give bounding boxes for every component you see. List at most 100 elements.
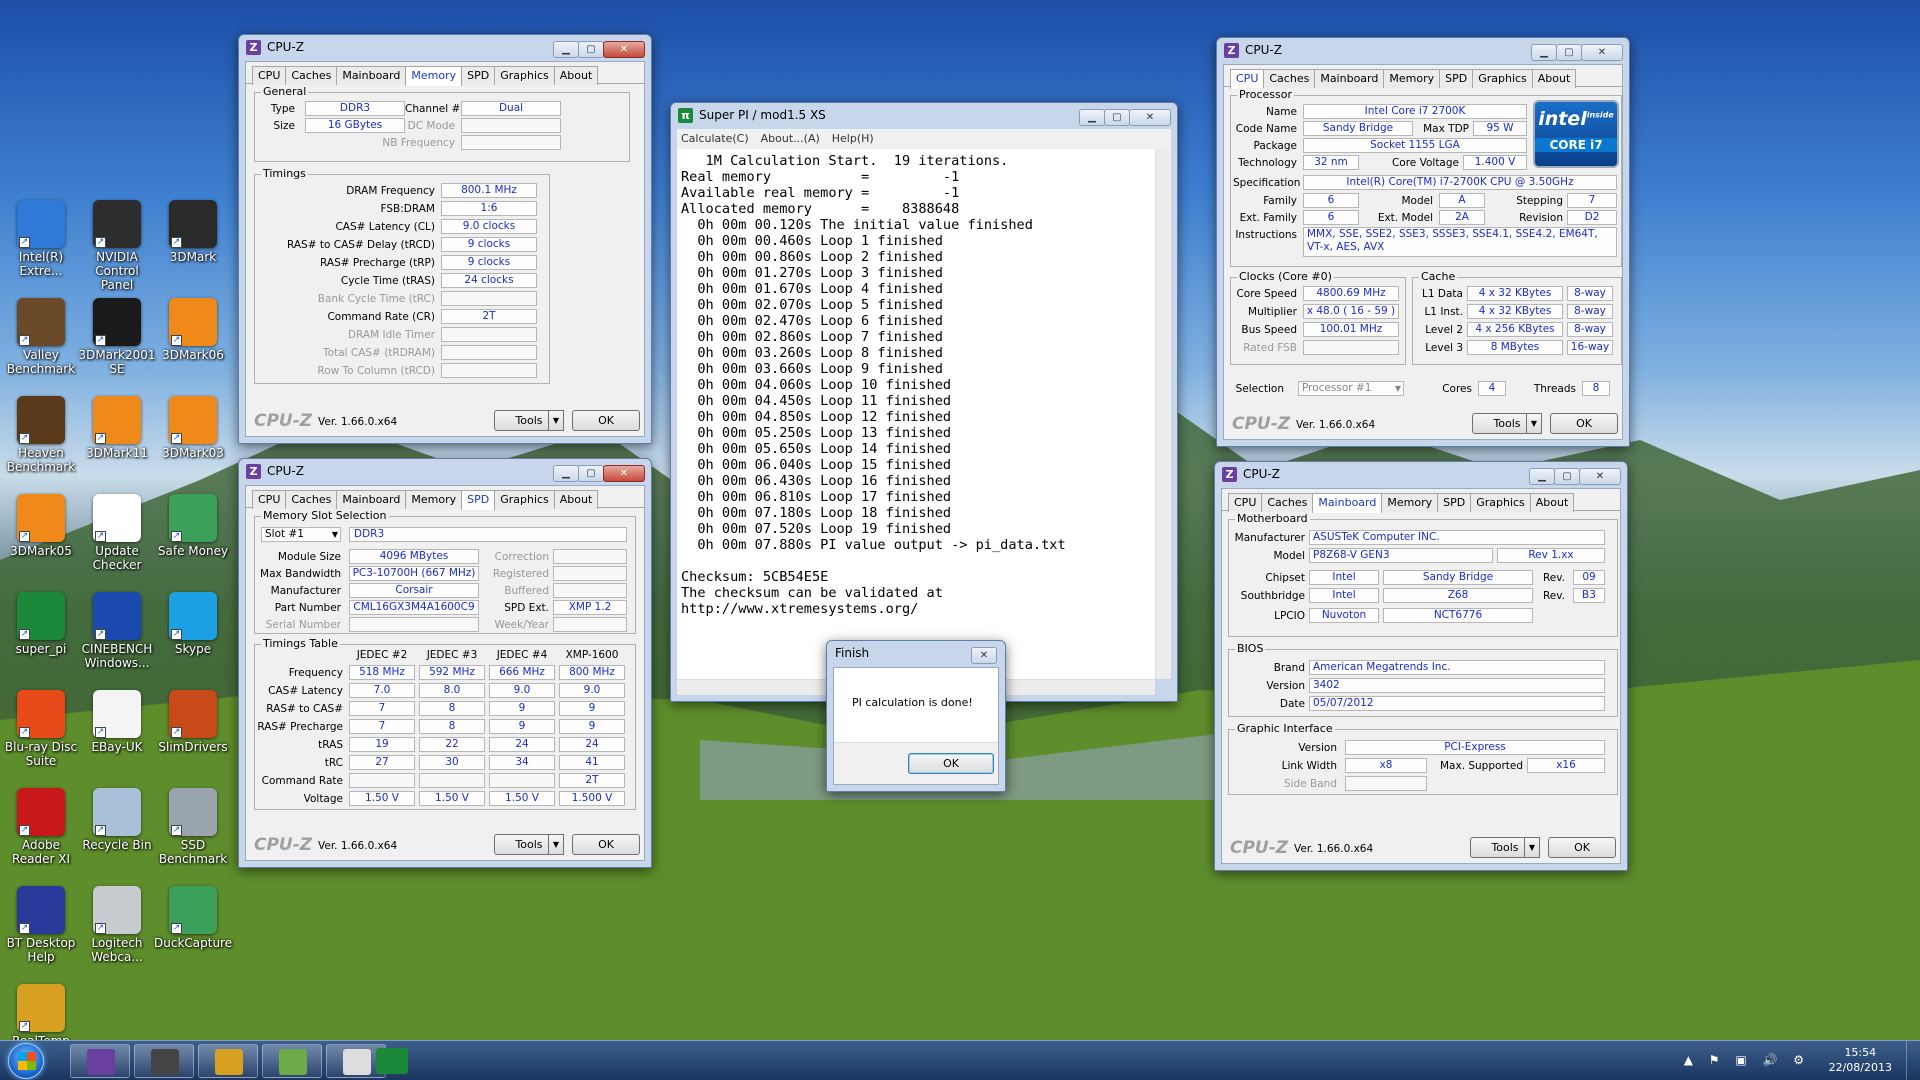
tab-graphics[interactable]: Graphics bbox=[1470, 493, 1531, 512]
tools-button[interactable]: Tools ▼ bbox=[1472, 413, 1542, 434]
taskbar-superpi-button[interactable] bbox=[370, 1044, 414, 1078]
ok-button[interactable]: OK bbox=[572, 834, 640, 855]
tab-caches[interactable]: Caches bbox=[285, 66, 338, 85]
desktop-icon[interactable]: ↗ Adobe Reader XI bbox=[2, 788, 80, 866]
tab-memory[interactable]: Memory bbox=[1381, 493, 1439, 512]
desktop-icon[interactable]: ↗ SSD Benchmark bbox=[154, 788, 232, 866]
tab-caches[interactable]: Caches bbox=[1263, 69, 1316, 88]
desktop-icon[interactable]: ↗ Update Checker bbox=[78, 494, 156, 572]
cpuz-cpu-window[interactable]: Z CPU-Z ▁ ▢ ✕ CPU Caches Mainboard Memory SPD Gr… bbox=[1216, 37, 1630, 447]
tab-spd[interactable]: SPD bbox=[1437, 493, 1472, 512]
taskbar-3dmark-button[interactable] bbox=[134, 1044, 194, 1078]
minimize-button[interactable]: ▁ bbox=[1079, 109, 1105, 126]
minimize-button[interactable]: ▁ bbox=[1529, 468, 1555, 485]
desktop-icon[interactable]: ↗ 3DMark03 bbox=[154, 396, 232, 460]
tab-about[interactable]: About bbox=[1531, 69, 1577, 88]
desktop-icon[interactable]: ↗ 3DMark05 bbox=[2, 494, 80, 558]
title-bar[interactable]: Z CPU-Z ▁ ▢ ✕ bbox=[239, 35, 651, 61]
desktop-icon[interactable]: ↗ 3DMark06 bbox=[154, 298, 232, 362]
desktop-icon[interactable]: ↗ super_pi bbox=[2, 592, 80, 656]
desktop-icon[interactable]: ↗ Recycle Bin bbox=[78, 788, 156, 852]
minimize-button[interactable]: ▁ bbox=[553, 41, 579, 58]
close-button[interactable]: ✕ bbox=[603, 41, 645, 58]
show-desktop-button[interactable] bbox=[1906, 1041, 1920, 1080]
tab-spd[interactable]: SPD bbox=[1439, 69, 1474, 88]
tab-about[interactable]: About bbox=[1529, 493, 1575, 512]
tools-button[interactable]: Tools ▼ bbox=[494, 834, 564, 855]
ok-button[interactable]: OK bbox=[1550, 413, 1618, 434]
desktop-icon[interactable]: ↗ 3DMark bbox=[154, 200, 232, 264]
tab-memory[interactable]: Memory bbox=[1383, 69, 1441, 88]
processor-select[interactable]: Processor #1 ▼ bbox=[1298, 381, 1404, 396]
title-bar[interactable]: Z CPU-Z ▁ ▢ ✕ bbox=[239, 459, 651, 485]
finish-dialog[interactable]: Finish ✕ PI calculation is done! OK bbox=[826, 640, 1006, 792]
desktop-icon[interactable]: ↗ 3DMark2001 SE bbox=[78, 298, 156, 376]
desktop-icon[interactable]: ↗ Heaven Benchmark bbox=[2, 396, 80, 474]
maximize-button[interactable]: ▢ bbox=[1556, 44, 1582, 61]
taskbar-cpuz-button[interactable] bbox=[70, 1044, 130, 1078]
tab-about[interactable]: About bbox=[553, 490, 599, 509]
cpuz-memory-window[interactable]: Z CPU-Z ▁ ▢ ✕ CPU Caches Mainboard Memory SPD Gr… bbox=[238, 34, 652, 444]
title-bar[interactable]: Z CPU-Z ▁ ▢ ✕ bbox=[1215, 462, 1627, 488]
desktop-icon[interactable]: ↗ 3DMark11 bbox=[78, 396, 156, 460]
tab-caches[interactable]: Caches bbox=[1261, 493, 1314, 512]
tab-caches[interactable]: Caches bbox=[285, 490, 338, 509]
desktop-icon[interactable]: ↗ CINEBENCH Windows... bbox=[78, 592, 156, 670]
maximize-button[interactable]: ▢ bbox=[1104, 109, 1130, 126]
tab-memory[interactable]: Memory bbox=[405, 66, 463, 86]
tab-cpu[interactable]: CPU bbox=[1230, 69, 1265, 89]
title-bar[interactable]: π Super PI / mod1.5 XS ▁ ▢ ✕ bbox=[671, 103, 1177, 129]
menu-item[interactable]: Calculate(C) bbox=[681, 132, 749, 145]
clock[interactable]: 15:54 22/08/2013 bbox=[1829, 1045, 1892, 1075]
tab-cpu[interactable]: CPU bbox=[252, 490, 287, 509]
desktop-icon[interactable]: ↗ Blu-ray Disc Suite bbox=[2, 690, 80, 768]
close-button[interactable]: ✕ bbox=[1581, 44, 1623, 61]
desktop-icon[interactable]: ↗RealTemp bbox=[2, 984, 80, 1048]
title-bar[interactable]: Z CPU-Z ▁ ▢ ✕ bbox=[1217, 38, 1629, 64]
tools-button[interactable]: Tools ▼ bbox=[494, 410, 564, 431]
minimize-button[interactable]: ▁ bbox=[1531, 44, 1557, 61]
tools-button[interactable]: Tools ▼ bbox=[1470, 837, 1540, 858]
close-button[interactable]: ✕ bbox=[603, 465, 645, 482]
cpuz-mainboard-window[interactable]: Z CPU-Z ▁ ▢ ✕ CPU Caches Mainboard Memory SPD Gr… bbox=[1214, 461, 1628, 871]
slot-select[interactable]: Slot #1 ▼ bbox=[261, 527, 341, 542]
tools-dropdown-arrow[interactable]: ▼ bbox=[1524, 837, 1540, 858]
desktop-icon[interactable]: ↗ NVIDIA Control Panel bbox=[78, 200, 156, 292]
vertical-scrollbar[interactable] bbox=[1155, 149, 1171, 679]
tab-cpu[interactable]: CPU bbox=[252, 66, 287, 85]
ok-button[interactable]: OK bbox=[908, 753, 994, 774]
taskbar-realtemp-button[interactable] bbox=[198, 1044, 258, 1078]
tab-spd[interactable]: SPD bbox=[461, 66, 496, 85]
close-button[interactable]: ✕ bbox=[971, 647, 997, 664]
maximize-button[interactable]: ▢ bbox=[1554, 468, 1580, 485]
tools-dropdown-arrow[interactable]: ▼ bbox=[548, 834, 564, 855]
menu-item[interactable]: Help(H) bbox=[832, 132, 874, 145]
tools-dropdown-arrow[interactable]: ▼ bbox=[1526, 413, 1542, 434]
desktop-icon[interactable]: ↗ Valley Benchmark bbox=[2, 298, 80, 376]
tab-mainboard[interactable]: Mainboard bbox=[1314, 69, 1385, 88]
superpi-window[interactable]: π Super PI / mod1.5 XS ▁ ▢ ✕ Calculate(C) Ab… bbox=[670, 102, 1178, 702]
tab-memory[interactable]: Memory bbox=[405, 490, 463, 509]
tools-dropdown-arrow[interactable]: ▼ bbox=[548, 410, 564, 431]
tab-mainboard[interactable]: Mainboard bbox=[336, 66, 407, 85]
desktop-icon[interactable]: ↗ Skype bbox=[154, 592, 232, 656]
tab-graphics[interactable]: Graphics bbox=[1472, 69, 1533, 88]
desktop-icon[interactable]: ↗ BT Desktop Help bbox=[2, 886, 80, 964]
maximize-button[interactable]: ▢ bbox=[578, 41, 604, 58]
tab-about[interactable]: About bbox=[553, 66, 599, 85]
tab-mainboard[interactable]: Mainboard bbox=[336, 490, 407, 509]
tab-graphics[interactable]: Graphics bbox=[494, 490, 555, 509]
taskbar-explorer-button[interactable] bbox=[262, 1044, 322, 1078]
ok-button[interactable]: OK bbox=[1548, 837, 1616, 858]
tab-graphics[interactable]: Graphics bbox=[494, 66, 555, 85]
desktop-icon[interactable]: ↗ Safe Money bbox=[154, 494, 232, 558]
desktop-icon[interactable]: ↗ DuckCapture bbox=[154, 886, 232, 950]
desktop-icon[interactable]: ↗ EBay-UK bbox=[78, 690, 156, 754]
close-button[interactable]: ✕ bbox=[1129, 109, 1171, 126]
tab-spd[interactable]: SPD bbox=[461, 490, 496, 510]
cpuz-spd-window[interactable]: Z CPU-Z ▁ ▢ ✕ CPU Caches Mainboard Memory SPD Gr… bbox=[238, 458, 652, 868]
start-button[interactable] bbox=[8, 1043, 44, 1079]
desktop-icon[interactable]: ↗ Logitech Webca... bbox=[78, 886, 156, 964]
menu-item[interactable]: About...(A) bbox=[761, 132, 820, 145]
ok-button[interactable]: OK bbox=[572, 410, 640, 431]
